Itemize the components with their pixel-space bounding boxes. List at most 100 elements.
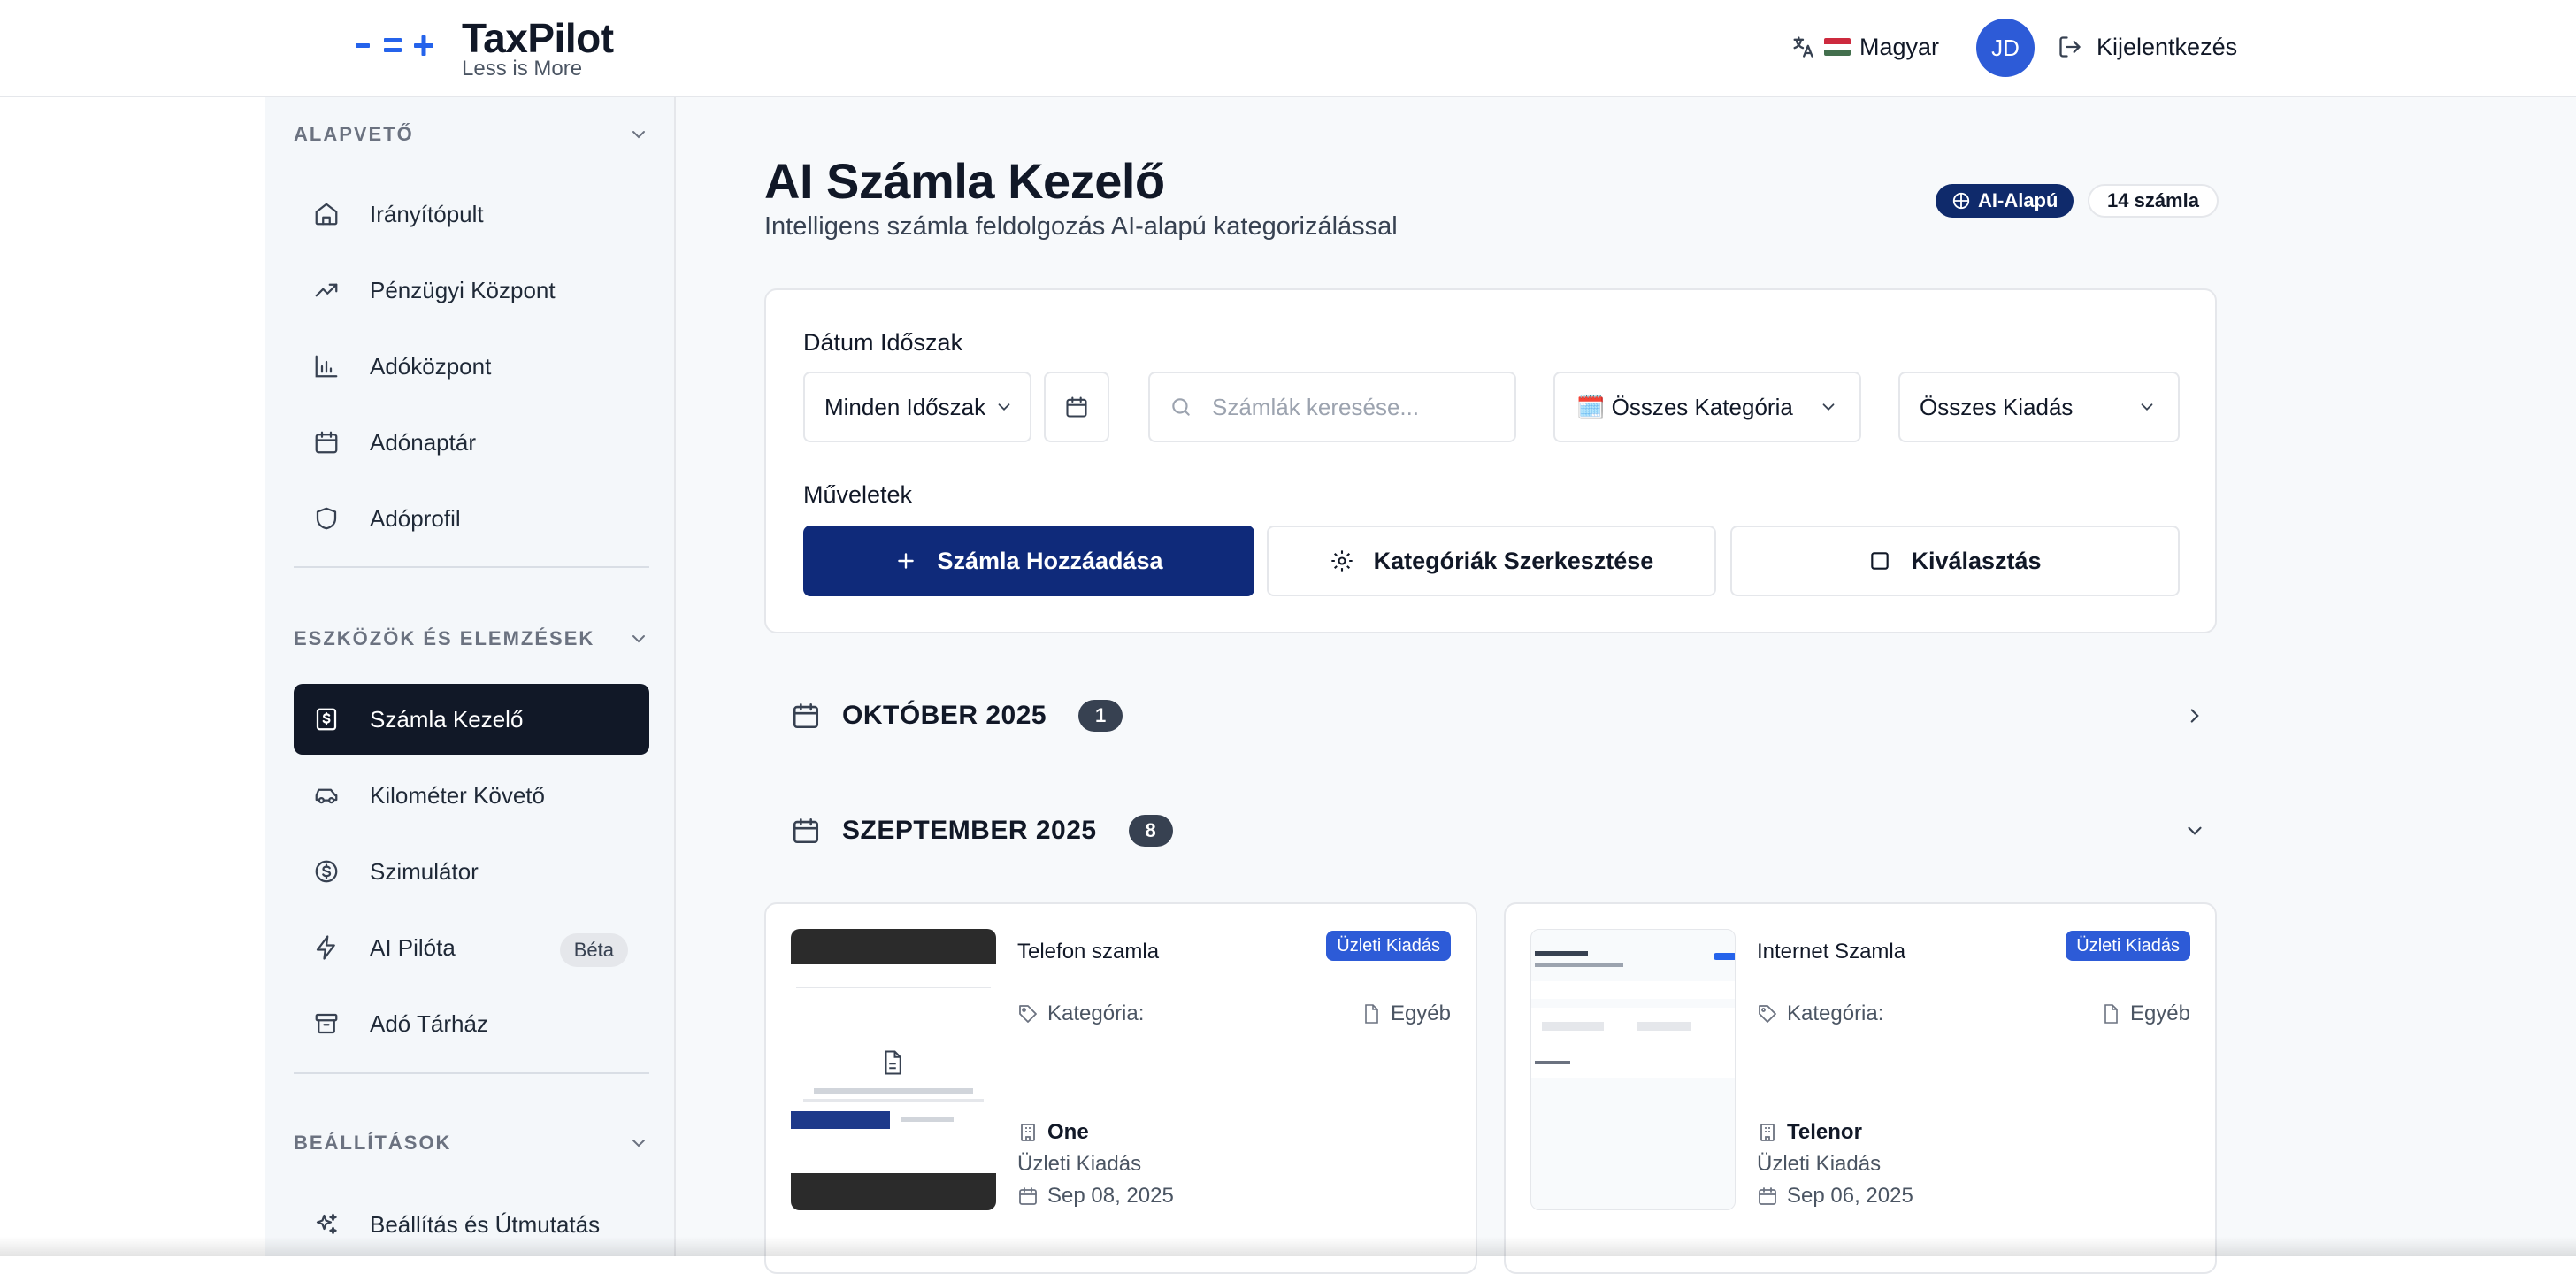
user-avatar[interactable]: JD — [1976, 19, 2035, 77]
date-picker-button[interactable] — [1044, 372, 1109, 442]
search-placeholder: Számlák keresése... — [1212, 393, 1420, 420]
date-row: Sep 08, 2025 — [1017, 1184, 1174, 1209]
sidebar-item-tax-vault[interactable]: Adó Tárház — [294, 988, 649, 1059]
add-invoice-button[interactable]: Számla Hozzáadása — [803, 526, 1254, 596]
expense-type-text: Üzleti Kiadás — [1757, 1152, 1882, 1176]
period-select[interactable]: Minden Időszak — [803, 372, 1031, 442]
sidebar-item-label: Kilométer Követő — [370, 781, 545, 809]
month-title: OKTÓBER 2025 — [842, 701, 1047, 730]
sidebar-item-ai-pilot[interactable]: AI Pilóta Béta — [294, 912, 649, 983]
chevron-down-icon — [2188, 826, 2202, 835]
month-count-badge: 1 — [1078, 700, 1123, 732]
sidebar-section-tools[interactable]: ESZKÖZÖK ÉS ELEMZÉSEK — [294, 621, 649, 656]
expense-type-text: Üzleti Kiadás — [1017, 1152, 1142, 1176]
category-select[interactable]: 🗓️ Összes Kategória — [1553, 372, 1861, 442]
chevron-down-icon — [632, 131, 645, 139]
sidebar-item-tax-center[interactable]: Adóközpont — [294, 331, 649, 402]
calendar-icon — [793, 817, 819, 844]
category-value-row: Egyéb — [1361, 1002, 1451, 1026]
car-icon — [315, 788, 338, 804]
period-value: Minden Időszak — [824, 393, 986, 420]
sidebar-section-settings[interactable]: BEÁLLÍTÁSOK — [294, 1125, 649, 1161]
section-title: ALAPVETŐ — [294, 123, 414, 145]
invoice-thumbnail[interactable] — [791, 929, 996, 1210]
edit-categories-button[interactable]: Kategóriák Szerkesztése — [1267, 526, 1716, 596]
home-icon — [315, 203, 338, 226]
category-label: Kategória: — [1047, 1002, 1145, 1025]
month-title: SZEPTEMBER 2025 — [842, 816, 1097, 845]
sidebar-divider — [294, 566, 649, 568]
sidebar-item-label: AI Pilóta — [370, 933, 456, 961]
logout-icon — [2058, 35, 2082, 59]
section-title: ESZKÖZÖK ÉS ELEMZÉSEK — [294, 627, 595, 649]
hungarian-flag-icon — [1824, 38, 1851, 56]
invoice-card[interactable]: Internet Szamla Üzleti Kiadás Kategória:… — [1504, 902, 2217, 1274]
search-input[interactable]: Számlák keresése... — [1148, 372, 1516, 442]
vendor-row: One — [1017, 1120, 1089, 1145]
expense-type-select[interactable]: Összes Kiadás — [1898, 372, 2180, 442]
brain-icon — [1952, 192, 1970, 210]
dollar-circle-icon — [315, 860, 338, 883]
expense-type-badge: Üzleti Kiadás — [1326, 931, 1451, 961]
chevron-down-icon — [2141, 403, 2153, 411]
category-row: Kategória: — [1017, 1002, 1144, 1026]
tag-icon — [1759, 1005, 1776, 1023]
month-count-badge: 8 — [1128, 815, 1173, 847]
chevron-down-icon — [632, 635, 645, 643]
sidebar-item-label: Számla Kezelő — [370, 705, 524, 733]
sidebar-item-tax-profile[interactable]: Adóprofil — [294, 483, 649, 554]
ai-powered-badge: AI-Alapú — [1936, 184, 2074, 218]
invoice-date: Sep 08, 2025 — [1047, 1184, 1174, 1208]
date-period-label: Dátum Időszak — [803, 329, 963, 356]
bar-chart-icon — [315, 355, 338, 378]
tag-icon — [1019, 1005, 1037, 1023]
calendar-icon — [1066, 396, 1087, 418]
invoice-card[interactable]: Telefon szamla Üzleti Kiadás Kategória: … — [764, 902, 1477, 1274]
chevron-down-icon — [632, 1140, 645, 1147]
language-selector[interactable]: Magyar — [1790, 30, 1939, 64]
gear-icon — [1330, 550, 1353, 572]
category-value: Egyéb — [2129, 1002, 2190, 1025]
plus-icon — [898, 553, 915, 569]
category-row: Kategória: — [1757, 1002, 1883, 1026]
chevron-down-icon — [998, 403, 1010, 411]
add-invoice-label: Számla Hozzáadása — [937, 547, 1163, 574]
vendor-name: One — [1047, 1120, 1089, 1144]
logout-button[interactable]: Kijelentkezés — [2058, 30, 2237, 64]
calendar-icon — [315, 431, 338, 454]
section-title: BEÁLLÍTÁSOK — [294, 1132, 452, 1154]
category-value: 🗓️ Összes Kategória — [1576, 393, 1793, 420]
category-label: Kategória: — [1787, 1002, 1884, 1025]
logout-label: Kijelentkezés — [2097, 33, 2238, 60]
sidebar-item-mileage-tracker[interactable]: Kilométer Követő — [294, 760, 649, 831]
logo-icon[interactable] — [354, 30, 437, 60]
sidebar-item-simulator[interactable]: Szimulátor — [294, 836, 649, 907]
select-mode-button[interactable]: Kiválasztás — [1730, 526, 2180, 596]
invoice-name: Telefon szamla — [1017, 940, 1160, 963]
chevron-down-icon — [1822, 403, 1835, 411]
vendor-name: Telenor — [1787, 1120, 1862, 1144]
chevron-right-icon — [2190, 709, 2199, 723]
month-group-september[interactable]: SZEPTEMBER 2025 8 — [791, 809, 2206, 853]
receipt-icon — [316, 708, 337, 731]
sidebar-item-label: Szimulátor — [370, 857, 479, 885]
sidebar-item-finance-center[interactable]: Pénzügyi Központ — [294, 255, 649, 326]
sidebar-item-invoice-manager[interactable]: Számla Kezelő — [294, 684, 649, 755]
filter-panel: Dátum Időszak Minden Időszak Számlák ker… — [764, 288, 2217, 633]
sparkles-icon — [316, 1213, 337, 1235]
calendar-icon — [793, 702, 819, 729]
language-label: Magyar — [1859, 33, 1940, 60]
document-icon — [1365, 1004, 1378, 1024]
file-icon — [885, 1050, 901, 1075]
sidebar-item-tax-calendar[interactable]: Adónaptár — [294, 407, 649, 478]
sidebar-section-basic[interactable]: ALAPVETŐ — [294, 117, 649, 152]
app-tagline: Less is More — [462, 57, 583, 81]
month-group-october[interactable]: OKTÓBER 2025 1 — [791, 694, 2206, 738]
calendar-icon — [1019, 1187, 1037, 1205]
calendar-icon — [1759, 1187, 1776, 1205]
sidebar-item-dashboard[interactable]: Irányítópult — [294, 179, 649, 249]
category-value-row: Egyéb — [2100, 1002, 2190, 1026]
sidebar-item-label: Irányítópult — [370, 200, 484, 227]
invoice-thumbnail[interactable] — [1530, 929, 1736, 1210]
bottom-edge-shadow — [0, 1237, 2576, 1256]
